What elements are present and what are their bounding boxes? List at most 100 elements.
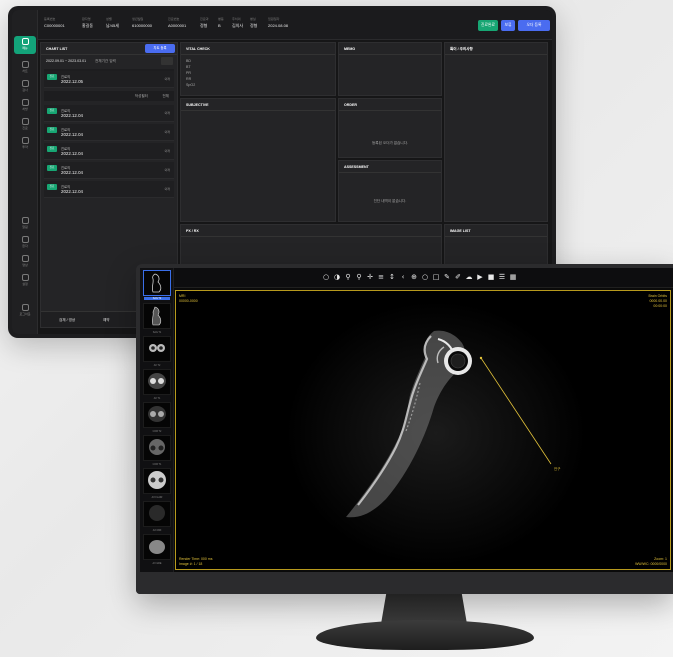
vital-key: BT xyxy=(186,65,191,69)
panel-title: PX / RX xyxy=(186,229,199,233)
ellipse-icon[interactable]: ○ xyxy=(421,273,429,281)
rail-item-logout[interactable]: 로그아웃 xyxy=(14,302,36,320)
memo-header: MEMO xyxy=(339,43,441,55)
pan-icon[interactable]: ✛ xyxy=(366,273,374,281)
field-key: 성별 xyxy=(106,17,112,21)
chart-list-item[interactable]: 진료 진료의 2022.12.04 외래 xyxy=(44,181,174,198)
specimen-image-button[interactable]: 검체 / 영상 xyxy=(59,318,75,322)
assessment-panel: ASSESSMENT 진단 내역이 없습니다. xyxy=(338,160,442,222)
chart-list-item[interactable]: 진료 진료의 2022.12.05 외래 xyxy=(44,71,174,88)
image-viewport[interactable]: MRI 00000-0000 Brain Orbits 0000.00.00 0… xyxy=(175,290,671,570)
circle-icon[interactable]: ○ xyxy=(322,273,330,281)
filter-b-button[interactable]: 전체 xyxy=(162,94,169,98)
annotation-label[interactable]: 안구 xyxy=(554,467,560,471)
patient-field: 생년월일 610000000 xyxy=(132,16,152,28)
menu-icon[interactable]: ≡ xyxy=(377,273,385,281)
chart-list-item[interactable]: 진료 진료의 2022.12.04 외래 xyxy=(44,162,174,179)
date-range[interactable]: 2022.09.01 ~ 2023.03.01 xyxy=(46,59,86,63)
series-thumbnail[interactable]: COR T1 xyxy=(143,435,171,466)
grid-icon[interactable]: ▦ xyxy=(509,273,517,281)
rail-item-test[interactable]: 검사 xyxy=(14,78,36,96)
cloud-icon[interactable]: ☁ xyxy=(465,273,473,281)
field-value: A0000001 xyxy=(168,23,187,28)
field-key: 진료과 xyxy=(200,17,209,21)
rail-item-alert[interactable]: 알림 xyxy=(14,215,36,233)
thumb-caption: AX T2 xyxy=(153,364,161,367)
medicine-icon xyxy=(21,137,29,144)
stop-icon[interactable]: ■ xyxy=(487,273,495,281)
prev-icon[interactable]: ‹ xyxy=(399,273,407,281)
chart-list-item[interactable]: 진료 진료의 2022.12.04 외래 xyxy=(44,143,174,160)
left-nav-rail: 메뉴 차트 검사 처방 진료 투약 알림 환자 영상 설정 로그아웃 xyxy=(12,10,38,334)
overlay-render-time: Render Time: 000 ms xyxy=(179,556,213,561)
vital-key: RR xyxy=(186,77,192,81)
thumb-caption: COR T1 xyxy=(152,463,162,466)
field-key: 등록번호 xyxy=(44,17,56,21)
vital-key: BD xyxy=(186,59,191,63)
chart-list-item[interactable]: 진료 진료의 2022.12.04 외래 xyxy=(44,124,174,141)
series-thumbnail[interactable]: AX GRE xyxy=(143,534,171,565)
rail-item-care[interactable]: 진료 xyxy=(14,116,36,134)
rail-item-medicine[interactable]: 투약 xyxy=(14,135,36,153)
visit-type: 외래 xyxy=(164,149,170,153)
visit-date: 2022.12.05 xyxy=(61,79,83,84)
scroll-icon[interactable]: ↕ xyxy=(388,273,396,281)
visit-badge: 진료 xyxy=(47,184,57,190)
series-thumbnail[interactable]: AX T1 xyxy=(143,369,171,400)
filter-a-button[interactable]: 작성필터 xyxy=(135,94,148,98)
complete-button[interactable]: 진료완료 xyxy=(478,20,498,31)
rail-item-rx[interactable]: 처방 xyxy=(14,97,36,115)
rail-label: 검사 xyxy=(22,88,28,92)
thumb-caption: AX T1 xyxy=(153,397,161,400)
vital-header: VITAL CHECK xyxy=(181,43,335,55)
zoom-in-icon[interactable]: ⚲ xyxy=(344,273,352,281)
hold-button[interactable]: 보류 xyxy=(501,20,515,31)
panel-title: MEMO xyxy=(344,47,356,51)
order-empty-message: 등록된 오더가 없습니다. xyxy=(371,141,409,145)
series-thumbnail[interactable]: COR T2 xyxy=(143,402,171,433)
pen-icon[interactable]: ✐ xyxy=(454,273,462,281)
overlay-time: 00:00:00 xyxy=(653,304,667,308)
series-thumbnail[interactable]: AX FLAIR xyxy=(143,468,171,499)
edit-icon[interactable]: ✎ xyxy=(443,273,451,281)
panel-title: ASSESSMENT xyxy=(344,165,369,169)
panel-title: 특이 / 주의사항 xyxy=(450,47,473,51)
visit-date: 2022.12.04 xyxy=(61,170,83,175)
rail-item-settings[interactable]: 설정 xyxy=(14,272,36,290)
series-thumbnail[interactable]: AX T2 xyxy=(143,336,171,367)
chart-list-item[interactable]: 진료 진료의 2022.12.04 외래 xyxy=(44,105,174,122)
play-icon[interactable]: ▶ xyxy=(476,273,484,281)
chart-register-button[interactable]: 차트 등록 xyxy=(145,44,175,53)
overlay-image-index: Image #: 1 / 18 xyxy=(179,561,203,566)
field-value: 홍길동 xyxy=(82,23,94,28)
order-register-button[interactable]: 오더 등록 xyxy=(518,20,550,31)
series-thumbnail[interactable]: SAG T1 xyxy=(143,303,171,334)
rail-item-patient[interactable]: 환자 xyxy=(14,234,36,252)
search-icon[interactable] xyxy=(161,57,173,65)
panel-title: ORDER xyxy=(344,103,357,107)
rect-icon[interactable]: □ xyxy=(432,273,440,281)
zoom-out-icon[interactable]: ⚲ xyxy=(355,273,363,281)
rail-item-image[interactable]: 영상 xyxy=(14,253,36,271)
list-icon[interactable]: ☰ xyxy=(498,273,506,281)
rail-label: 메뉴 xyxy=(22,46,28,50)
period-select[interactable]: 전체기간 입력 xyxy=(95,59,116,63)
special-header: 특이 / 주의사항 xyxy=(445,43,547,55)
vital-check-panel: VITAL CHECK BD BT PR RR SpO2 xyxy=(180,42,336,96)
field-key: 주치의 xyxy=(232,17,241,21)
rail-item-chart[interactable]: 차트 xyxy=(14,59,36,77)
chart-list-header: CHART LIST 차트 등록 xyxy=(41,43,177,55)
visit-badge: 진료 xyxy=(47,165,57,171)
care-icon xyxy=(21,118,29,125)
field-value: 김의사 xyxy=(232,23,244,28)
overlay-date: 0000.00.00 xyxy=(649,299,667,303)
series-thumbnail[interactable]: SAG T2 xyxy=(143,270,171,300)
series-thumbnail[interactable]: AX DWI xyxy=(143,501,171,532)
target-icon[interactable]: ⊕ xyxy=(410,273,418,281)
contrast-icon[interactable]: ◑ xyxy=(333,273,341,281)
rail-label: 투약 xyxy=(22,145,28,149)
rail-item-menu[interactable]: 메뉴 xyxy=(14,36,36,54)
thumb-image xyxy=(149,344,165,352)
reservation-button[interactable]: 예약 xyxy=(103,318,110,322)
panel-title: CHART LIST xyxy=(46,47,68,51)
